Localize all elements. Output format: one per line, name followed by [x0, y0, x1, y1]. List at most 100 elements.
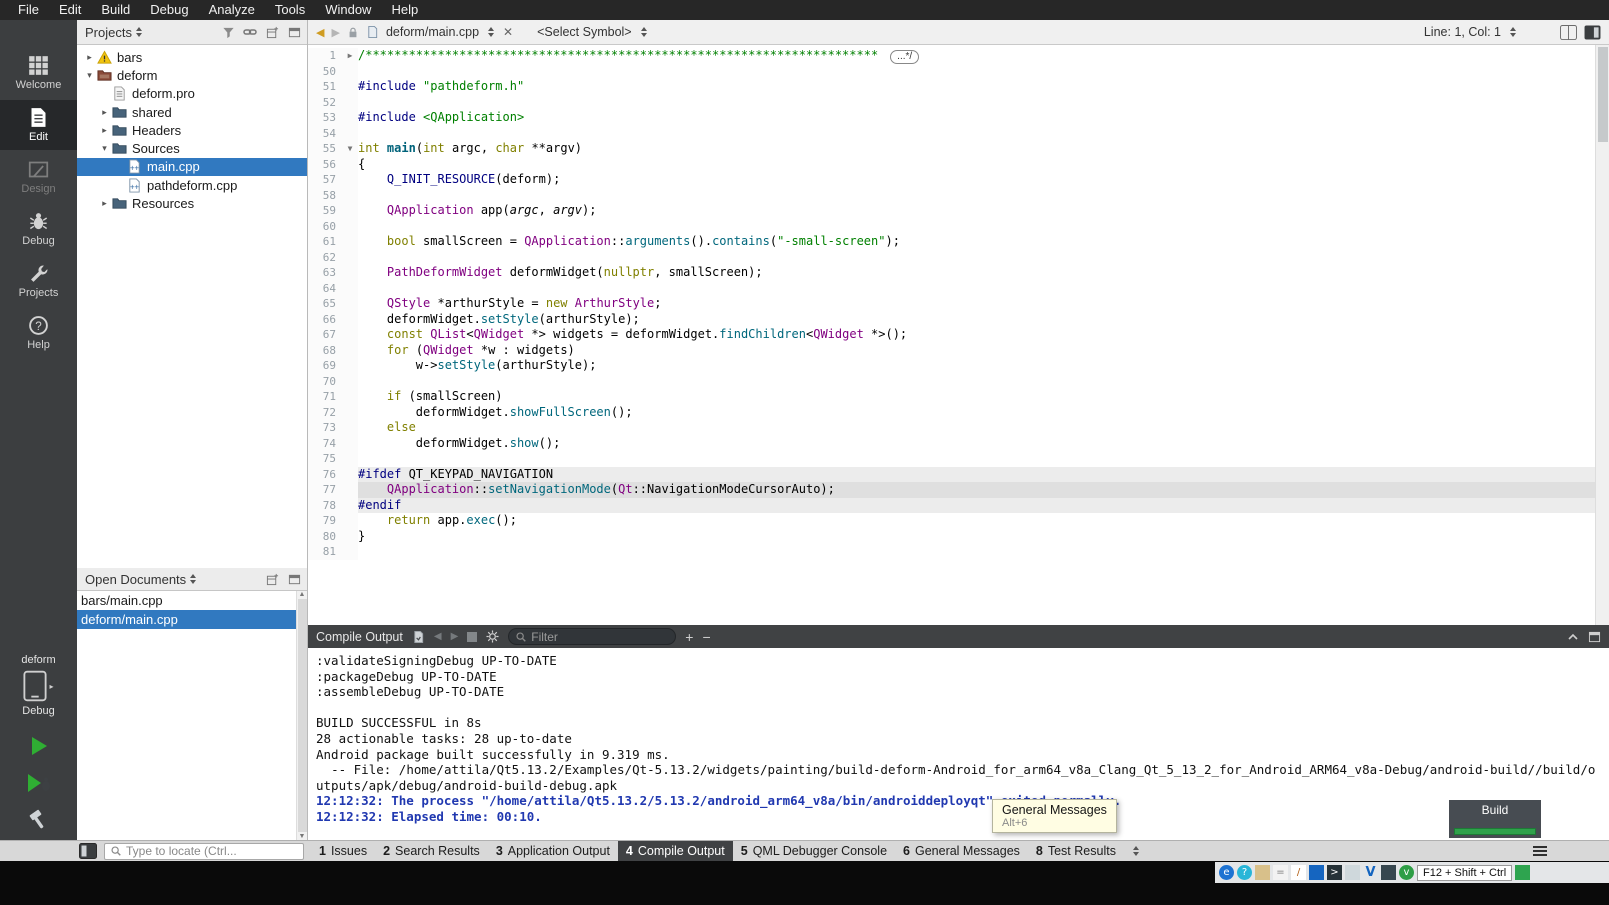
tray-update-icon[interactable]: v [1399, 865, 1414, 880]
close-panel-icon[interactable] [286, 24, 302, 40]
panel-title[interactable]: Projects [85, 25, 132, 40]
menu-analyze[interactable]: Analyze [199, 0, 265, 20]
run-button[interactable] [0, 727, 77, 764]
kit-expand-arrow-icon[interactable]: ▸ [49, 682, 53, 691]
menu-help[interactable]: Help [381, 0, 428, 20]
settings-gear-icon[interactable] [486, 630, 499, 643]
open-document-bars-main-cpp[interactable]: bars/main.cpp [77, 591, 307, 610]
toggle-left-sidebar-icon[interactable] [79, 843, 97, 859]
code-line-71[interactable]: 71 if (smallScreen) [308, 389, 1609, 405]
code-line-66[interactable]: 66 deformWidget.setStyle(arthurStyle); [308, 312, 1609, 328]
open-file-dropdown[interactable]: deform/main.cpp [386, 25, 479, 39]
mode-help[interactable]: ?Help [0, 308, 77, 358]
chevron-right-icon[interactable]: ▸ [98, 198, 111, 209]
code-line-61[interactable]: 61 bool smallScreen = QApplication::argu… [308, 234, 1609, 250]
code-line-65[interactable]: 65 QStyle *arthurStyle = new ArthurStyle… [308, 296, 1609, 312]
output-pane-button-test-results[interactable]: 8Test Results [1028, 841, 1124, 862]
folded-comment-badge[interactable]: ...*/ [890, 50, 919, 64]
cursor-select-arrows-icon[interactable] [1510, 27, 1516, 37]
editor-scrollbar[interactable] [1595, 45, 1609, 625]
stop-icon[interactable] [467, 632, 477, 642]
hamburger-menu-icon[interactable] [1533, 846, 1547, 856]
scrollbar-thumb[interactable] [298, 599, 307, 832]
menu-edit[interactable]: Edit [49, 0, 91, 20]
scroll-up-icon[interactable]: ▲ [299, 591, 306, 598]
tray-document-icon[interactable]: = [1273, 865, 1288, 880]
scrollbar-thumb[interactable] [1598, 47, 1608, 142]
code-line-77[interactable]: 77 QApplication::setNavigationMode(Qt::N… [308, 482, 1609, 498]
tray-display-icon[interactable] [1345, 865, 1360, 880]
menu-debug[interactable]: Debug [140, 0, 198, 20]
kit-target-selector[interactable]: deform ▸ Debug [0, 654, 77, 727]
code-line-67[interactable]: 67 const QList<QWidget *> widgets = defo… [308, 327, 1609, 343]
menu-build[interactable]: Build [91, 0, 140, 20]
collapse-pane-icon[interactable] [1567, 631, 1579, 643]
code-line-1[interactable]: 1▶/*************************************… [308, 48, 1609, 64]
go-back-icon[interactable]: ◀ [316, 26, 324, 39]
panel-select-arrows-icon[interactable] [136, 27, 142, 37]
tray-browser-icon[interactable]: e [1219, 865, 1234, 880]
pane-select-arrows-icon[interactable] [1133, 846, 1139, 856]
tray-notes-icon[interactable]: / [1291, 865, 1306, 880]
code-line-80[interactable]: 80} [308, 529, 1609, 545]
tree-item-deform-pro[interactable]: deform.pro [77, 85, 307, 103]
next-item-icon[interactable]: ▶ [451, 631, 459, 642]
tree-item-headers[interactable]: ▸Headers [77, 121, 307, 139]
tree-item-sources[interactable]: ▾Sources [77, 139, 307, 157]
code-line-54[interactable]: 54 [308, 126, 1609, 142]
split-editor-icon[interactable] [1560, 25, 1577, 40]
split-panel-icon[interactable] [264, 24, 280, 40]
code-line-55[interactable]: 55▼int main(int argc, char **argv) [308, 141, 1609, 157]
tray-monitor-icon[interactable] [1381, 865, 1396, 880]
close-panel-icon[interactable] [286, 571, 302, 587]
filter-icon[interactable] [220, 24, 236, 40]
symbol-dropdown[interactable]: <Select Symbol> [537, 25, 632, 39]
build-button[interactable] [0, 801, 77, 838]
output-filter-input[interactable] [531, 630, 661, 644]
code-line-60[interactable]: 60 [308, 219, 1609, 235]
menu-tools[interactable]: Tools [265, 0, 315, 20]
code-line-59[interactable]: 59 QApplication app(argc, argv); [308, 203, 1609, 219]
tray-folder-icon[interactable] [1255, 865, 1270, 880]
tree-item-deform[interactable]: ▾deform [77, 66, 307, 84]
tray-vnc-icon[interactable]: V [1363, 865, 1378, 880]
rerun-build-icon[interactable] [412, 630, 425, 644]
tree-item-main-cpp[interactable]: ++main.cpp [77, 158, 307, 176]
chevron-down-icon[interactable]: ▾ [83, 70, 96, 81]
code-line-78[interactable]: 78#endif [308, 498, 1609, 514]
zoom-out-icon[interactable]: − [702, 630, 710, 644]
chevron-right-icon[interactable]: ▸ [98, 107, 111, 118]
code-line-74[interactable]: 74 deformWidget.show(); [308, 436, 1609, 452]
code-line-73[interactable]: 73 else [308, 420, 1609, 436]
output-pane-button-compile-output[interactable]: 4Compile Output [618, 841, 733, 862]
chevron-right-icon[interactable]: ▸ [98, 125, 111, 136]
code-line-75[interactable]: 75 [308, 451, 1609, 467]
code-line-76[interactable]: 76#ifdef QT_KEYPAD_NAVIGATION [308, 467, 1609, 483]
mode-debug[interactable]: Debug [0, 204, 77, 254]
start-debugging-button[interactable] [0, 764, 77, 801]
output-pane-button-qml-debugger-console[interactable]: 5QML Debugger Console [733, 841, 895, 862]
file-select-arrows-icon[interactable] [488, 27, 494, 37]
code-line-81[interactable]: 81 [308, 544, 1609, 560]
tray-terminal-icon[interactable]: > [1327, 865, 1342, 880]
open-documents-scrollbar[interactable]: ▲▼ [296, 591, 307, 840]
mode-projects[interactable]: Projects [0, 256, 77, 306]
mode-welcome[interactable]: Welcome [0, 48, 77, 98]
panel-title[interactable]: Open Documents [85, 572, 186, 587]
output-pane-button-issues[interactable]: 1Issues [311, 841, 375, 862]
locator-input[interactable] [126, 844, 291, 858]
panel-select-arrows-icon[interactable] [190, 574, 196, 584]
locator[interactable] [104, 843, 304, 860]
open-document-deform-main-cpp[interactable]: deform/main.cpp [77, 610, 307, 629]
compile-output-text[interactable]: :validateSigningDebug UP-TO-DATE:package… [308, 648, 1609, 830]
tray-help-icon[interactable]: ? [1237, 865, 1252, 880]
symbol-select-arrows-icon[interactable] [641, 27, 647, 37]
split-panel-icon[interactable] [264, 571, 280, 587]
output-pane-button-general-messages[interactable]: 6General Messages [895, 841, 1028, 862]
code-line-51[interactable]: 51#include "pathdeform.h" [308, 79, 1609, 95]
code-line-58[interactable]: 58 [308, 188, 1609, 204]
code-line-56[interactable]: 56{ [308, 157, 1609, 173]
code-line-62[interactable]: 62 [308, 250, 1609, 266]
chevron-down-icon[interactable]: ▾ [98, 143, 111, 154]
tree-item-pathdeform-cpp[interactable]: ++pathdeform.cpp [77, 176, 307, 194]
